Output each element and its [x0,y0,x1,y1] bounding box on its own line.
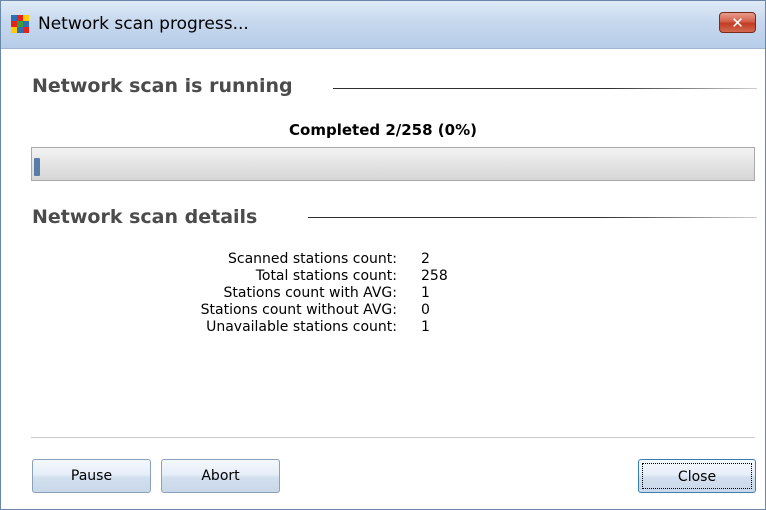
pause-button[interactable]: Pause [32,459,151,493]
detail-value: 2 [421,251,430,267]
abort-button-label: Abort [201,468,240,484]
heading-rule [308,217,757,218]
scan-running-heading: Network scan is running [32,75,293,97]
close-button-focus-ring: Close [642,463,752,489]
scan-status-text: Completed 2/258 (0%) [289,121,477,139]
dialog-window: Network scan progress... ✕ Network scan … [0,0,766,510]
window-title: Network scan progress... [38,14,249,34]
close-button-label: Close [677,469,717,485]
abort-button[interactable]: Abort [161,459,280,493]
scan-details-heading: Network scan details [32,206,258,228]
detail-value: 1 [421,319,430,335]
close-button[interactable]: Close [638,459,756,493]
detail-label: Stations count with AVG: [223,285,397,301]
detail-label: Stations count without AVG: [200,302,397,318]
footer-separator [31,437,755,438]
detail-row: Total stations count: 258 [1,268,765,285]
dialog-body: Network scan is running Completed 2/258 … [1,49,765,509]
heading-rule [333,88,757,89]
detail-value: 0 [421,302,430,318]
scan-details-list: Scanned stations count: 2 Total stations… [1,251,765,336]
avg-logo-icon [11,15,29,33]
detail-row: Stations count with AVG: 1 [1,285,765,302]
detail-row: Stations count without AVG: 0 [1,302,765,319]
progress-fill [34,158,40,176]
detail-value: 1 [421,285,430,301]
detail-label: Total stations count: [255,268,397,284]
detail-value: 258 [421,268,448,284]
detail-row: Scanned stations count: 2 [1,251,765,268]
detail-row: Unavailable stations count: 1 [1,319,765,336]
scan-progress-bar [31,147,755,181]
window-close-button[interactable]: ✕ [719,12,756,33]
detail-label: Scanned stations count: [228,251,397,267]
title-bar[interactable]: Network scan progress... ✕ [1,1,765,49]
close-icon: ✕ [731,14,744,32]
detail-label: Unavailable stations count: [206,319,397,335]
pause-button-label: Pause [70,468,113,484]
